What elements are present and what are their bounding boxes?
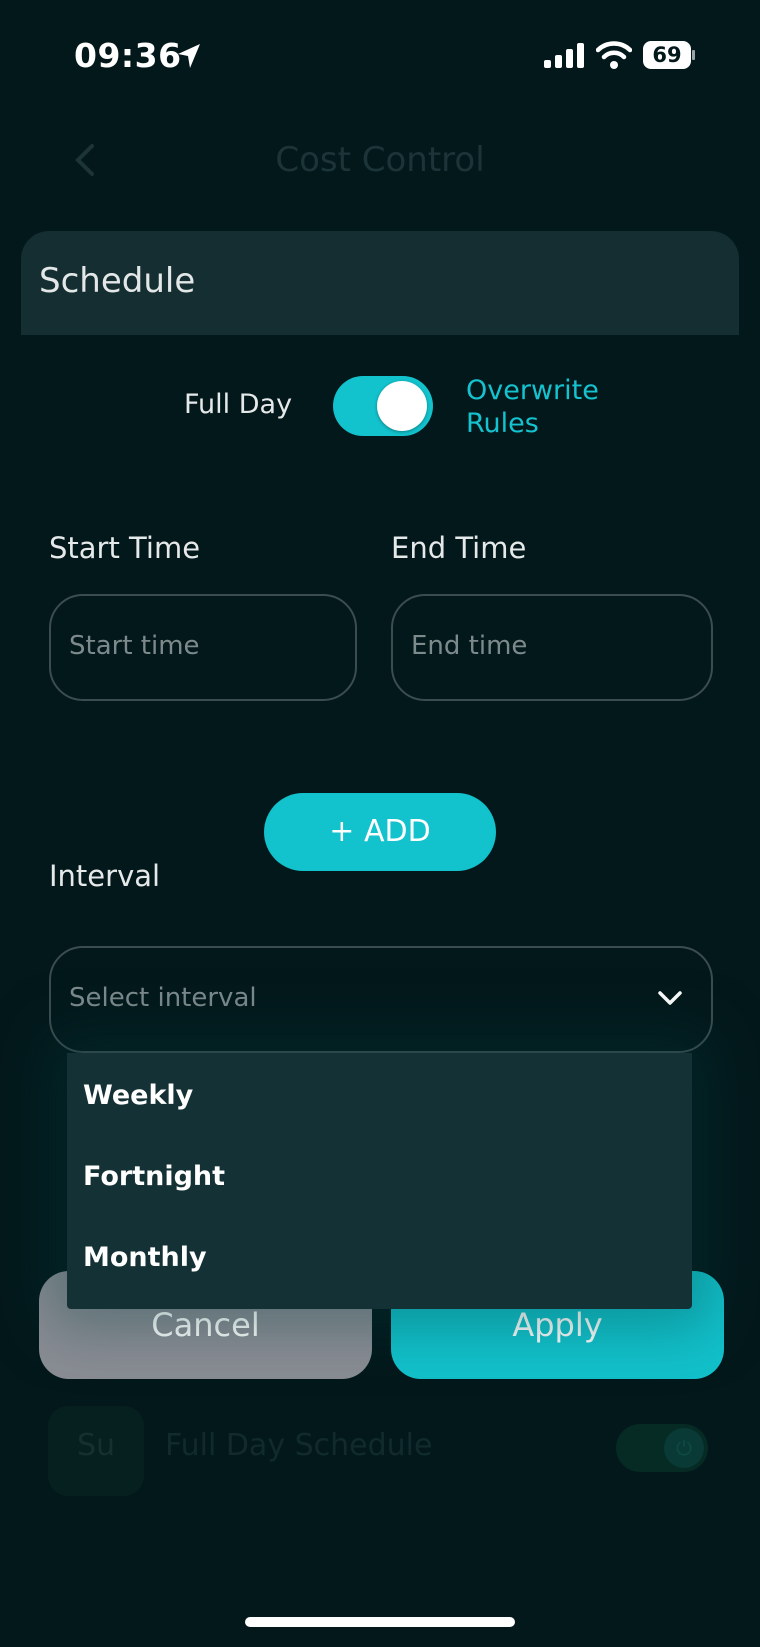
status-time: 09:36 [74, 36, 182, 75]
power-icon: ⏻ [664, 1428, 704, 1468]
start-time-label: Start Time [49, 531, 201, 565]
dropdown-option-monthly[interactable]: Monthly [83, 1242, 207, 1273]
end-time-field[interactable]: End time [391, 594, 713, 701]
full-day-toggle[interactable] [333, 376, 433, 436]
status-bar: 09:36 69 [0, 0, 760, 110]
toggle-knob [377, 381, 427, 431]
schedule-sheet: Schedule Full Day Overwrite Rules Start … [21, 231, 739, 1381]
interval-placeholder: Select interval [69, 983, 257, 1013]
battery-indicator: 69 [643, 41, 695, 69]
end-time-placeholder: End time [411, 631, 528, 661]
page-title: Cost Control [275, 140, 485, 180]
overwrite-rules-link[interactable]: Overwrite Rules [466, 374, 646, 440]
battery-level: 69 [652, 43, 682, 67]
home-indicator[interactable] [245, 1617, 515, 1627]
interval-select[interactable]: Select interval [49, 946, 713, 1053]
cellular-signal-icon [544, 43, 584, 68]
sheet-title: Schedule [39, 261, 196, 301]
full-day-label: Full Day [184, 389, 293, 420]
screen: 09:36 69 Cost Control Su Full Day Schedu… [0, 0, 760, 1647]
list-item: Su Full Day Schedule ⏻ [48, 1406, 708, 1496]
end-time-label: End Time [391, 531, 527, 565]
dropdown-option-fortnight[interactable]: Fortnight [83, 1161, 225, 1192]
interval-dropdown: Weekly Fortnight Monthly [67, 1053, 692, 1309]
start-time-field[interactable]: Start time [49, 594, 357, 701]
battery-cap [692, 50, 695, 60]
dropdown-option-weekly[interactable]: Weekly [83, 1080, 193, 1111]
wifi-icon [596, 41, 632, 69]
schedule-label: Full Day Schedule [165, 1428, 433, 1463]
add-button[interactable]: + ADD [264, 793, 496, 871]
interval-label: Interval [49, 859, 161, 893]
day-badge: Su [48, 1406, 144, 1496]
schedule-toggle[interactable]: ⏻ [616, 1424, 708, 1472]
chevron-down-icon [658, 991, 682, 1005]
sheet-header: Schedule [21, 231, 739, 335]
location-arrow-icon [178, 44, 200, 68]
start-time-placeholder: Start time [69, 631, 200, 661]
